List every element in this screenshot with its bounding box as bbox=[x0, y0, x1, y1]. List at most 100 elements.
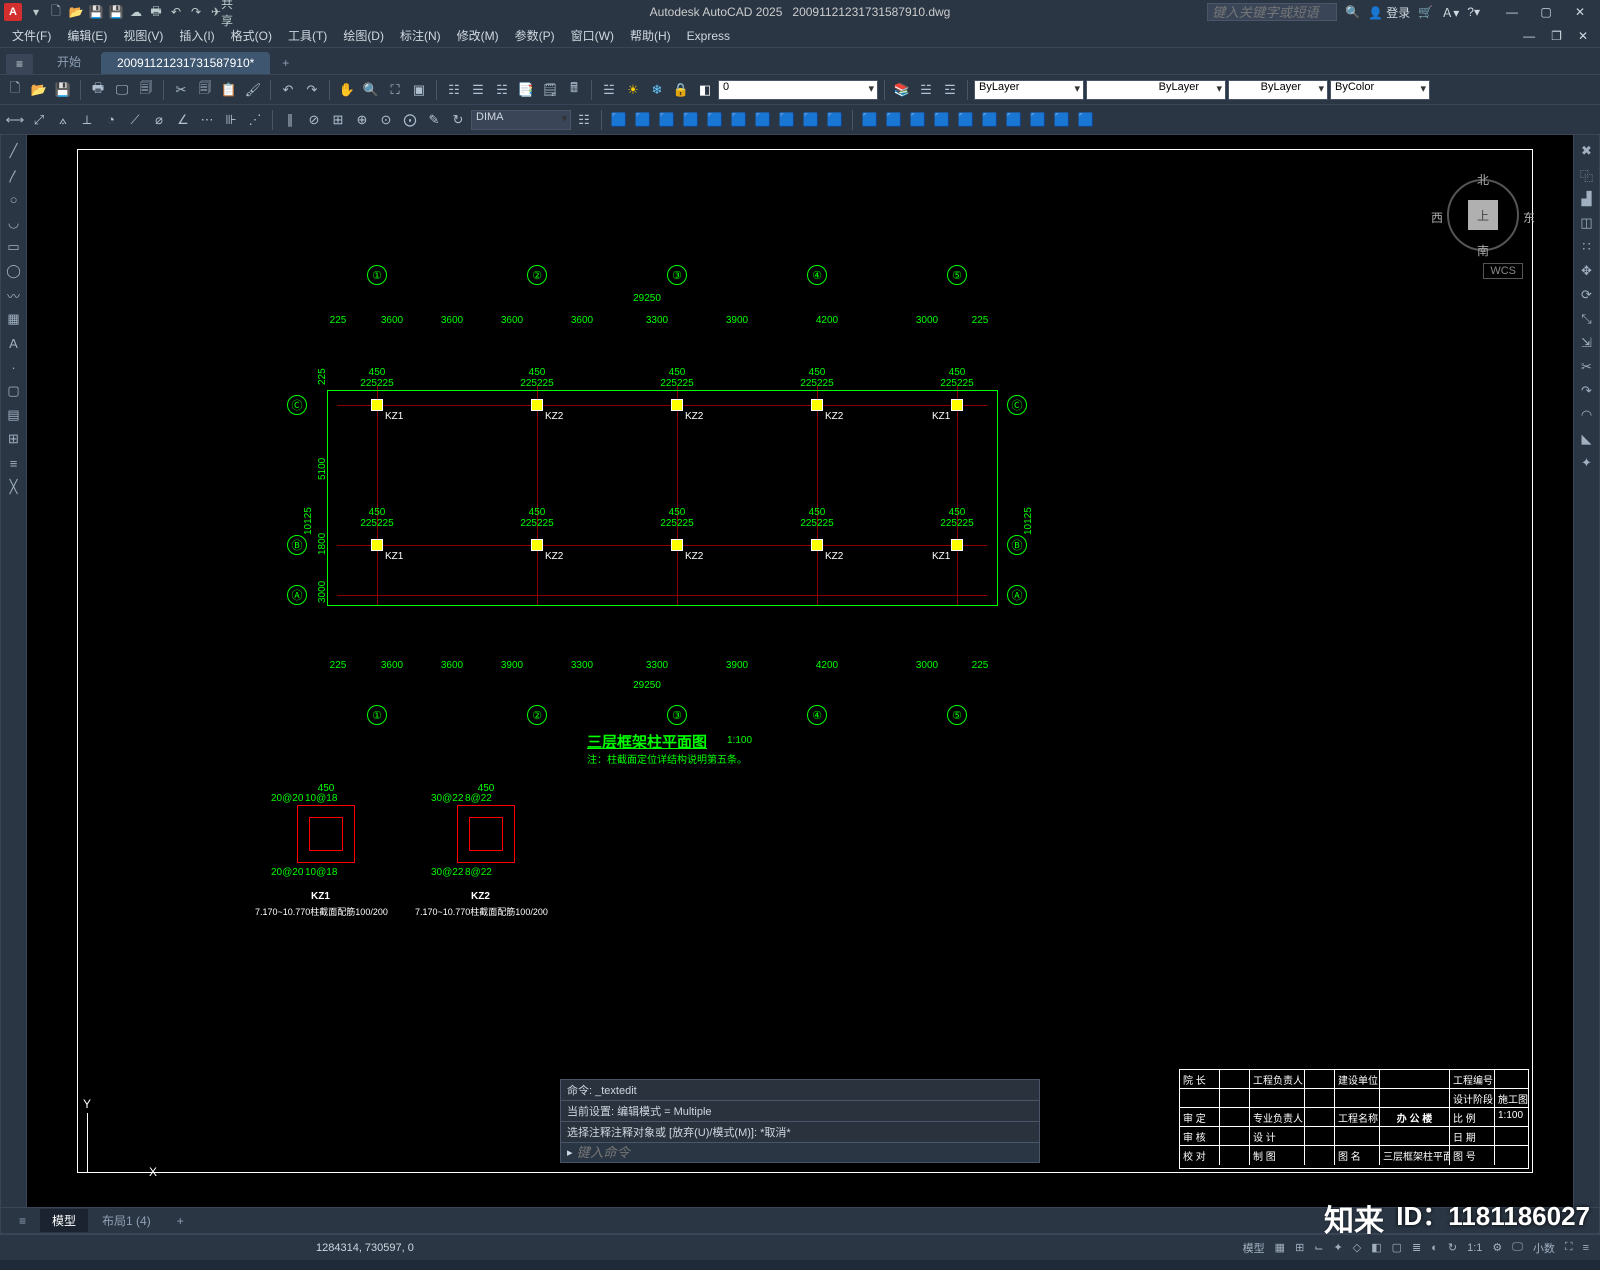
preview-icon[interactable]: 🖵 bbox=[111, 79, 133, 101]
pline-tool-icon[interactable]: 〳 bbox=[4, 165, 24, 185]
spline-tool-icon[interactable]: 〰 bbox=[4, 285, 24, 305]
offset-icon[interactable]: ◫ bbox=[1577, 213, 1597, 233]
trim-icon[interactable]: ✂ bbox=[1577, 357, 1597, 377]
fillet-icon[interactable]: ◠ bbox=[1577, 405, 1597, 425]
dim-linear-icon[interactable]: ⟷ bbox=[4, 109, 26, 131]
layout-tab-layout1[interactable]: 布局1 (4) bbox=[90, 1209, 163, 1232]
layout-menu-icon[interactable]: ≡ bbox=[7, 1211, 38, 1231]
line-tool-icon[interactable]: ╱ bbox=[4, 141, 24, 161]
menu-help[interactable]: 帮助(H) bbox=[622, 26, 679, 45]
array-icon[interactable]: ∷ bbox=[1577, 237, 1597, 257]
xline-tool-icon[interactable]: ╳ bbox=[4, 477, 24, 497]
model-button[interactable]: 模型 bbox=[1238, 1238, 1270, 1258]
m14-icon[interactable]: 🟦 bbox=[931, 109, 953, 131]
osnap-toggle[interactable]: ◇ bbox=[1348, 1239, 1366, 1256]
center-icon[interactable]: ⊕ bbox=[351, 109, 373, 131]
ellipse-tool-icon[interactable]: ◯ bbox=[4, 261, 24, 281]
qat-saveas-icon[interactable]: 💾 bbox=[108, 4, 124, 20]
point-tool-icon[interactable]: · bbox=[4, 357, 24, 377]
layout-tab-model[interactable]: 模型 bbox=[40, 1209, 88, 1232]
menu-express[interactable]: Express bbox=[679, 28, 738, 44]
dim-aligned-icon[interactable]: ⤢ bbox=[28, 109, 50, 131]
doc-restore-button[interactable]: ❐ bbox=[1543, 28, 1570, 44]
m10-icon[interactable]: 🟦 bbox=[824, 109, 846, 131]
m8-icon[interactable]: 🟦 bbox=[776, 109, 798, 131]
minimize-button[interactable]: — bbox=[1496, 1, 1528, 23]
tab-file[interactable]: 20091121231731587910* bbox=[101, 52, 270, 74]
open-icon[interactable]: 📂 bbox=[28, 79, 50, 101]
print-icon[interactable]: 🖶 bbox=[87, 79, 109, 101]
m5-icon[interactable]: 🟦 bbox=[704, 109, 726, 131]
m9-icon[interactable]: 🟦 bbox=[800, 109, 822, 131]
layer-state-icon[interactable]: 📚 bbox=[891, 79, 913, 101]
dim-arc-icon[interactable]: ⟑ bbox=[52, 109, 74, 131]
update-icon[interactable]: ↻ bbox=[447, 109, 469, 131]
menu-edit[interactable]: 编辑(E) bbox=[59, 26, 115, 45]
dim-cont-icon[interactable]: ⋰ bbox=[244, 109, 266, 131]
dim-break-icon[interactable]: ⊘ bbox=[303, 109, 325, 131]
layer-icon[interactable]: ☱ bbox=[598, 79, 620, 101]
prop-icon[interactable]: ☷ bbox=[443, 79, 465, 101]
layer-match-icon[interactable]: ☲ bbox=[939, 79, 961, 101]
layer-color-icon[interactable]: ◧ bbox=[694, 79, 716, 101]
m20-icon[interactable]: 🟦 bbox=[1075, 109, 1097, 131]
redo-icon[interactable]: ↷ bbox=[301, 79, 323, 101]
grid-toggle[interactable]: ▦ bbox=[1270, 1239, 1290, 1256]
menu-view[interactable]: 视图(V) bbox=[115, 26, 171, 45]
menu-insert[interactable]: 插入(I) bbox=[171, 26, 222, 45]
viewcube[interactable]: 上 北 东 南 西 bbox=[1443, 175, 1523, 255]
menu-window[interactable]: 窗口(W) bbox=[563, 26, 622, 45]
arc-tool-icon[interactable]: ◡ bbox=[4, 213, 24, 233]
dec-mode[interactable]: 小数 bbox=[1528, 1238, 1560, 1258]
text-tool-icon[interactable]: A bbox=[4, 333, 24, 353]
doc-minimize-button[interactable]: — bbox=[1515, 28, 1543, 44]
block-tool-icon[interactable]: ⊞ bbox=[4, 429, 24, 449]
dimstyle-combo[interactable]: DIMA bbox=[471, 110, 571, 130]
edit-icon[interactable]: ✎ bbox=[423, 109, 445, 131]
color-combo[interactable]: ByLayer bbox=[974, 80, 1084, 100]
snap-toggle[interactable]: ⊞ bbox=[1290, 1239, 1309, 1256]
erase-icon[interactable]: ✖ bbox=[1577, 141, 1597, 161]
new-icon[interactable]: 🗋 bbox=[4, 79, 26, 101]
dim-base-icon[interactable]: ⊪ bbox=[220, 109, 242, 131]
qat-undo-icon[interactable]: ↶ bbox=[168, 4, 184, 20]
model-canvas[interactable]: 上 北 东 南 西 WCS ① ② ③ ④ ⑤ ① ② ③ ④ ⑤ Ⓒ Ⓒ Ⓑ … bbox=[27, 135, 1573, 1233]
m19-icon[interactable]: 🟦 bbox=[1051, 109, 1073, 131]
jog-icon[interactable]: ⨀ bbox=[399, 109, 421, 131]
qat-redo-icon[interactable]: ↷ bbox=[188, 4, 204, 20]
rotate-icon[interactable]: ⟳ bbox=[1577, 285, 1597, 305]
m6-icon[interactable]: 🟦 bbox=[728, 109, 750, 131]
m13-icon[interactable]: 🟦 bbox=[907, 109, 929, 131]
cart-icon[interactable]: 🛒 bbox=[1418, 5, 1433, 19]
tp-icon[interactable]: ☵ bbox=[491, 79, 513, 101]
dim-ord-icon[interactable]: ⟂ bbox=[76, 109, 98, 131]
m18-icon[interactable]: 🟦 bbox=[1027, 109, 1049, 131]
lw-combo[interactable]: ByLayer bbox=[1228, 80, 1328, 100]
share-button[interactable]: ✈ 共享 bbox=[214, 4, 230, 20]
layer-lock-icon[interactable]: 🔒 bbox=[670, 79, 692, 101]
maximize-button[interactable]: ▢ bbox=[1530, 1, 1562, 23]
transparency-toggle[interactable]: ◐ bbox=[1426, 1240, 1443, 1256]
paste-icon[interactable]: 📋 bbox=[218, 79, 240, 101]
command-input[interactable] bbox=[577, 1145, 1033, 1160]
login-button[interactable]: 👤 登录 bbox=[1368, 4, 1410, 21]
cycle-toggle[interactable]: ↻ bbox=[1443, 1239, 1462, 1256]
dyn-toggle[interactable]: ▢ bbox=[1387, 1239, 1407, 1256]
zoomext-icon[interactable]: ⛶ bbox=[384, 79, 406, 101]
layer-iso-icon[interactable]: ☱ bbox=[915, 79, 937, 101]
otrack-toggle[interactable]: ◧ bbox=[1366, 1239, 1386, 1256]
dim-dia-icon[interactable]: ⌀ bbox=[148, 109, 170, 131]
dim-ang-icon[interactable]: ∠ bbox=[172, 109, 194, 131]
m2-icon[interactable]: 🟦 bbox=[632, 109, 654, 131]
zoom-icon[interactable]: 🔍 bbox=[360, 79, 382, 101]
viewcube-w[interactable]: 西 bbox=[1431, 209, 1443, 226]
menu-draw[interactable]: 绘图(D) bbox=[335, 26, 392, 45]
table-tool-icon[interactable]: ▤ bbox=[4, 405, 24, 425]
undo-icon[interactable]: ↶ bbox=[277, 79, 299, 101]
mark-icon[interactable]: 🗒 bbox=[539, 79, 561, 101]
copy2-icon[interactable]: ⿻ bbox=[1577, 165, 1597, 185]
dimstyle-mgr-icon[interactable]: ☷ bbox=[573, 109, 595, 131]
layer-freeze-icon[interactable]: ❄ bbox=[646, 79, 668, 101]
app-menu-button[interactable]: ≡ bbox=[6, 54, 33, 74]
qat-plot-icon[interactable]: 🖶 bbox=[148, 4, 164, 20]
